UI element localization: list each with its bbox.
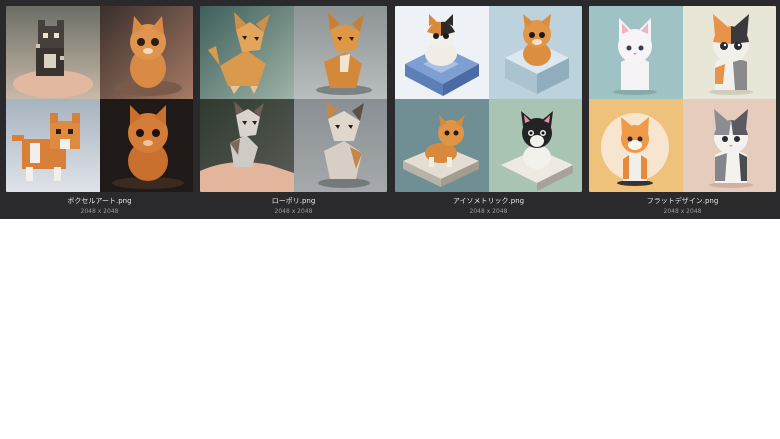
kitten-image <box>293 99 387 192</box>
kitten-image <box>682 6 776 99</box>
image-card-isometric[interactable]: アイソメトリック.png 2048 x 2048 <box>395 6 582 215</box>
image-dimensions-label: 2048 x 2048 <box>274 208 313 215</box>
kitten-image <box>589 6 683 99</box>
file-name-label: フラットデザイン.png <box>646 197 719 205</box>
image-card-lowpoly[interactable]: ローポリ.png 2048 x 2048 <box>200 6 387 215</box>
empty-page-area <box>0 219 780 439</box>
kitten-image <box>99 6 193 99</box>
image-thumbnail[interactable] <box>200 6 387 192</box>
file-name-label: ローポリ.png <box>271 197 316 205</box>
kitten-image <box>488 6 582 99</box>
image-dimensions-label: 2048 x 2048 <box>469 208 508 215</box>
kitten-image <box>488 99 582 192</box>
kitten-image <box>99 99 193 192</box>
kitten-image <box>589 99 683 192</box>
kitten-image <box>395 6 489 99</box>
kitten-image <box>6 6 100 99</box>
image-dimensions-label: 2048 x 2048 <box>663 208 702 215</box>
kitten-image <box>293 6 387 99</box>
kitten-image <box>395 99 489 192</box>
image-card-flat[interactable]: フラットデザイン.png 2048 x 2048 <box>589 6 776 215</box>
file-name-label: アイソメトリック.png <box>452 197 525 205</box>
image-gallery-panel: ボクセルアート.png 2048 x 2048 ローポリ.png 2048 x … <box>0 0 780 219</box>
image-card-voxel[interactable]: ボクセルアート.png 2048 x 2048 <box>6 6 193 215</box>
kitten-image <box>682 99 776 192</box>
kitten-image <box>200 99 294 192</box>
image-thumbnail[interactable] <box>395 6 582 192</box>
image-thumbnail[interactable] <box>589 6 776 192</box>
kitten-image <box>200 6 294 99</box>
image-dimensions-label: 2048 x 2048 <box>80 208 119 215</box>
image-thumbnail[interactable] <box>6 6 193 192</box>
file-name-label: ボクセルアート.png <box>67 197 132 205</box>
kitten-image <box>6 99 100 192</box>
